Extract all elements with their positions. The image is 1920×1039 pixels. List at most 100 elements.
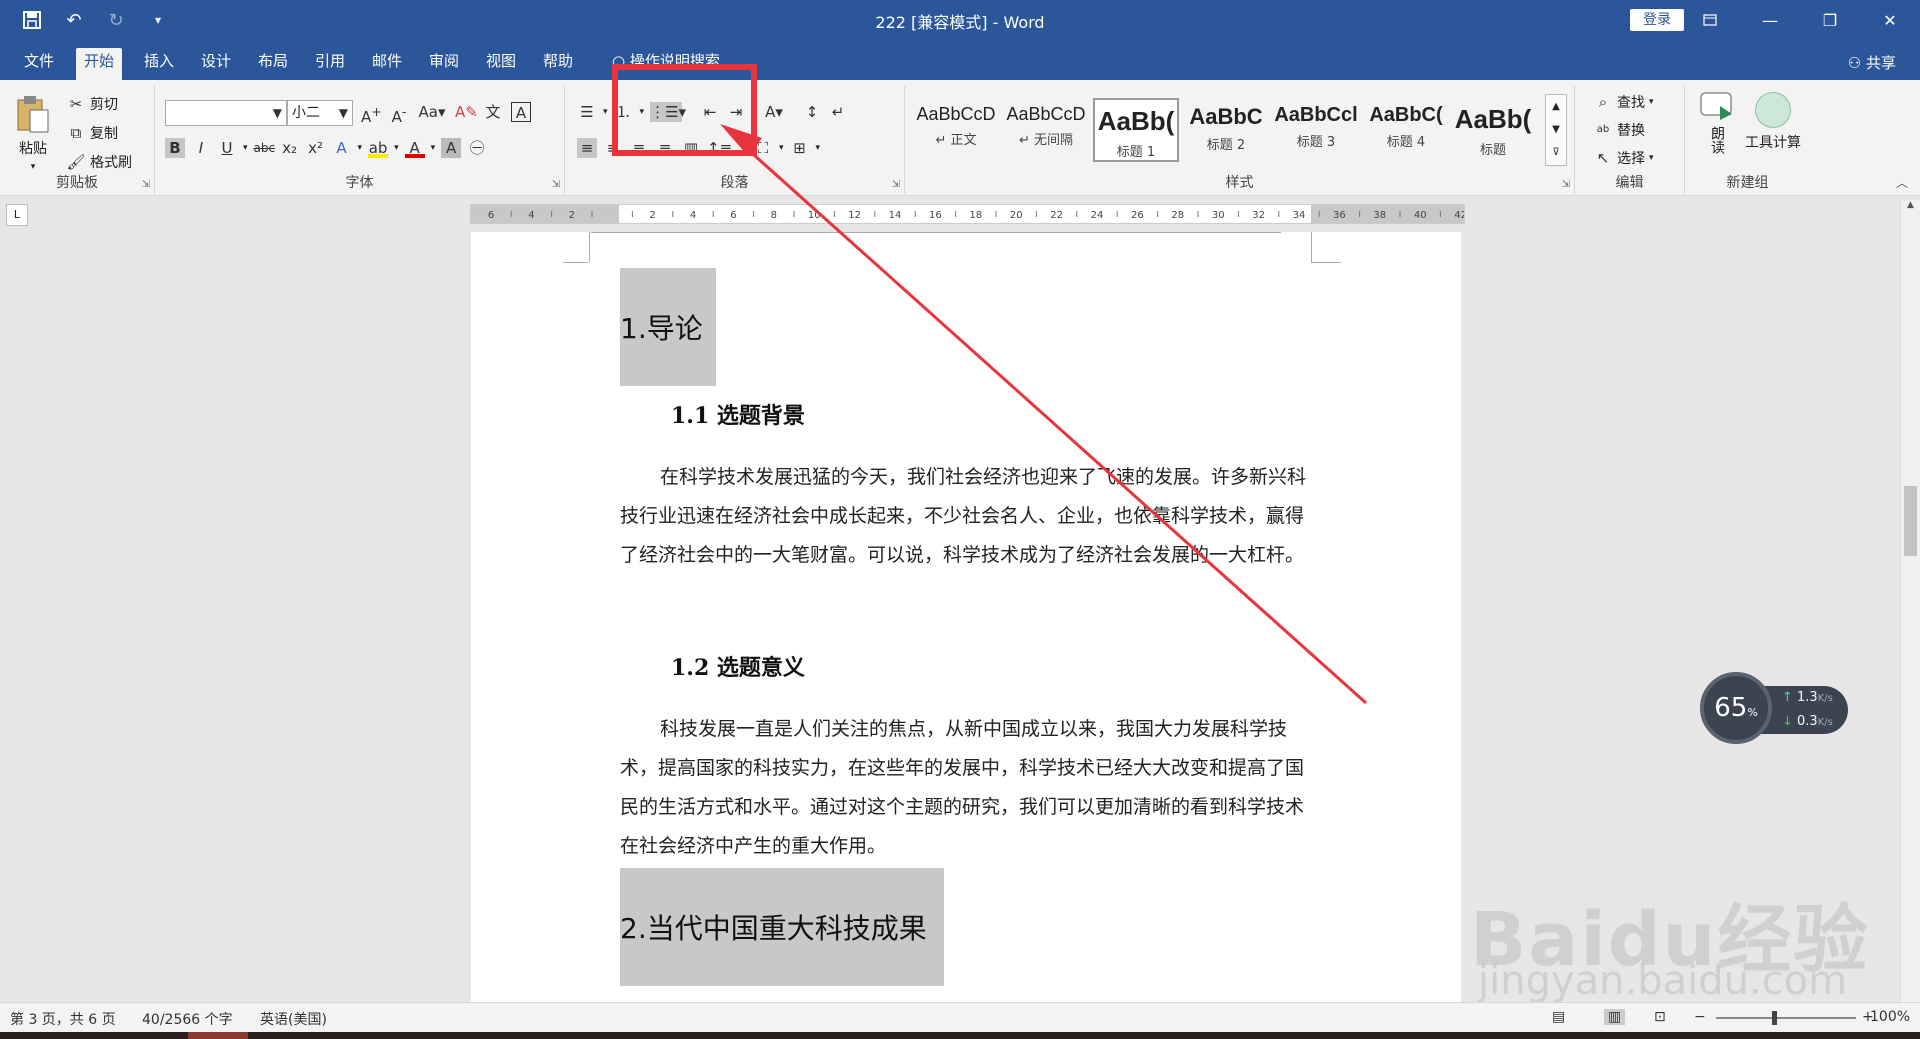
horizontal-ruler[interactable]: 6 4 2 2 4 6 8 10 12 14 16 18 20 22 24 26 28 30 32 34 36 38 40 4… xyxy=(470,204,1465,224)
scroll-down-icon[interactable]: ▼ xyxy=(1546,118,1566,141)
style-no-spacing[interactable]: AaBbCcD ↵ 无间隔 xyxy=(1003,98,1089,162)
language-indicator[interactable]: 英语(美国) xyxy=(260,1009,327,1029)
login-button[interactable]: 登录 xyxy=(1630,9,1684,31)
select-dropdown-icon[interactable]: ▾ xyxy=(1649,153,1654,163)
tab-insert[interactable]: 插入 xyxy=(136,48,182,80)
clear-formatting-icon[interactable]: A✎ xyxy=(455,102,478,122)
minimize-icon[interactable]: — xyxy=(1740,0,1800,40)
vertical-scrollbar[interactable]: ▲ xyxy=(1900,200,1920,1002)
paste-button[interactable]: 粘贴 ▾ xyxy=(16,94,50,172)
shading-dropdown-icon[interactable]: ▾ xyxy=(779,143,784,153)
word-count[interactable]: 40/2566 个字 xyxy=(142,1009,233,1029)
tab-home[interactable]: 开始 xyxy=(76,48,123,80)
style-heading-3[interactable]: AaBbCcl 标题 3 xyxy=(1273,98,1359,162)
style-heading-4[interactable]: AaBbC( 标题 4 xyxy=(1363,98,1449,162)
page-count[interactable]: 第 3 页，共 6 页 xyxy=(10,1009,116,1029)
tab-view[interactable]: 视图 xyxy=(478,48,524,80)
ribbon-display-options-icon[interactable] xyxy=(1680,0,1740,40)
style-name: 标题 1 xyxy=(1116,145,1156,160)
ruler-label: 14 xyxy=(889,210,902,221)
borders-icon[interactable]: ⊞ xyxy=(790,138,810,158)
zoom-out-icon[interactable]: − xyxy=(1694,1009,1706,1025)
scroll-thumb[interactable] xyxy=(1904,486,1917,556)
bold-icon[interactable]: B xyxy=(165,138,185,158)
underline-dropdown-icon[interactable]: ▾ xyxy=(243,143,248,153)
borders-dropdown-icon[interactable]: ▾ xyxy=(816,143,821,153)
format-painter-button[interactable]: 🖌 格式刷 xyxy=(66,152,132,172)
style-normal[interactable]: AaBbCcD ↵ 正文 xyxy=(913,98,999,162)
bullets-icon[interactable]: ☰ xyxy=(577,102,597,122)
enclose-characters-icon[interactable]: ㊀ xyxy=(467,138,487,158)
paragraph-launcher-icon[interactable]: ⇲ xyxy=(892,179,900,190)
tab-selector[interactable]: L xyxy=(6,204,28,226)
tab-mailings[interactable]: 邮件 xyxy=(364,48,410,80)
print-layout-icon[interactable]: ▥ xyxy=(1604,1009,1626,1025)
replace-button[interactable]: ab 替换 xyxy=(1593,120,1645,140)
italic-icon[interactable]: I xyxy=(191,138,211,158)
tab-help[interactable]: 帮助 xyxy=(535,48,581,80)
paste-dropdown-icon[interactable]: ▾ xyxy=(31,162,36,172)
highlight-icon[interactable]: ab xyxy=(368,138,389,158)
clipboard-launcher-icon[interactable]: ⇲ xyxy=(142,179,150,190)
web-layout-icon[interactable]: ⊡ xyxy=(1654,1009,1666,1025)
shrink-font-icon[interactable]: A- xyxy=(389,102,409,126)
bullets-dropdown-icon[interactable]: ▾ xyxy=(603,107,608,117)
tab-review[interactable]: 审阅 xyxy=(421,48,467,80)
superscript-icon[interactable]: x² xyxy=(306,138,326,158)
style-name: 标题 xyxy=(1479,143,1506,158)
maximize-icon[interactable]: ❐ xyxy=(1800,0,1860,40)
tab-layout[interactable]: 布局 xyxy=(250,48,296,80)
show-hide-marks-icon[interactable]: ↵ xyxy=(828,102,848,122)
tab-design[interactable]: 设计 xyxy=(193,48,239,80)
read-aloud-button[interactable]: 朗读 xyxy=(1699,92,1735,154)
scroll-up-arrow-icon[interactable]: ▲ xyxy=(1901,200,1920,210)
grow-font-icon[interactable]: A+ xyxy=(361,102,382,126)
phonetic-guide-icon[interactable]: 文 xyxy=(483,102,503,122)
close-icon[interactable]: ✕ xyxy=(1860,0,1920,40)
subscript-icon[interactable]: x₂ xyxy=(280,138,300,158)
font-name-combo[interactable]: ▼ xyxy=(165,100,287,126)
document-page[interactable]: 1.导论 1.1 选题背景 在科学技术发展迅猛的今天，我们社会经济也迎来了飞速的… xyxy=(471,232,1461,1002)
styles-gallery-scroll[interactable]: ▲ ▼ ⊽ xyxy=(1545,94,1567,166)
text-effects-icon[interactable]: A xyxy=(332,138,352,158)
ruler-label: 40 xyxy=(1414,210,1427,221)
tab-file[interactable]: 文件 xyxy=(16,48,62,80)
more-styles-icon[interactable]: ⊽ xyxy=(1546,141,1566,164)
styles-launcher-icon[interactable]: ⇲ xyxy=(1562,179,1570,190)
style-heading-1[interactable]: AaBb( 标题 1 xyxy=(1093,98,1179,162)
style-name: ↵ 无间隔 xyxy=(1018,133,1074,148)
tab-references[interactable]: 引用 xyxy=(307,48,353,80)
select-button[interactable]: ↖ 选择 ▾ xyxy=(1593,148,1654,168)
copy-button[interactable]: ⧉ 复制 xyxy=(66,123,118,143)
net-speed-widget[interactable]: ↑ 1.3K/s ↓ 0.3K/s 65% xyxy=(1700,672,1850,744)
tool-calc-button[interactable]: 工具计算 xyxy=(1745,92,1801,152)
character-border-icon[interactable]: A xyxy=(511,102,531,122)
font-size-combo[interactable]: 小二 ▼ xyxy=(287,100,353,126)
font-color-icon[interactable]: A xyxy=(404,138,425,158)
zoom-slider-thumb[interactable] xyxy=(1772,1011,1777,1025)
style-heading-2[interactable]: AaBbC 标题 2 xyxy=(1183,98,1269,162)
font-launcher-icon[interactable]: ⇲ xyxy=(552,179,560,190)
underline-icon[interactable]: U xyxy=(217,138,237,158)
sort-icon[interactable]: ↕ xyxy=(802,102,822,122)
font-color-dropdown-icon[interactable]: ▾ xyxy=(431,143,436,153)
cut-button[interactable]: ✂ 剪切 xyxy=(66,94,118,114)
share-button[interactable]: ⚇ 共享 xyxy=(1848,52,1896,73)
align-left-icon[interactable]: ≡ xyxy=(577,138,597,158)
character-shading-icon[interactable]: A xyxy=(441,138,462,158)
text-effects-dropdown-icon[interactable]: ▾ xyxy=(358,143,363,153)
style-sample: AaBb( xyxy=(1097,106,1175,136)
read-mode-icon[interactable]: ▤ xyxy=(1552,1009,1565,1025)
ruler-label: 12 xyxy=(848,210,861,221)
highlight-dropdown-icon[interactable]: ▾ xyxy=(394,143,399,153)
collapse-ribbon-icon[interactable]: ︿ xyxy=(1896,174,1908,191)
strikethrough-icon[interactable]: abc xyxy=(254,138,276,158)
change-case-icon[interactable]: Aa▾ xyxy=(417,102,447,122)
scroll-up-icon[interactable]: ▲ xyxy=(1546,95,1566,118)
zoom-level[interactable]: 100% xyxy=(1870,1009,1910,1025)
find-dropdown-icon[interactable]: ▾ xyxy=(1649,97,1654,107)
zoom-slider[interactable] xyxy=(1716,1017,1856,1019)
style-title[interactable]: AaBb( 标题 xyxy=(1453,98,1533,162)
find-button[interactable]: ⌕ 查找 ▾ xyxy=(1593,92,1654,112)
chinese-layout-icon[interactable]: A▾ xyxy=(764,102,784,122)
